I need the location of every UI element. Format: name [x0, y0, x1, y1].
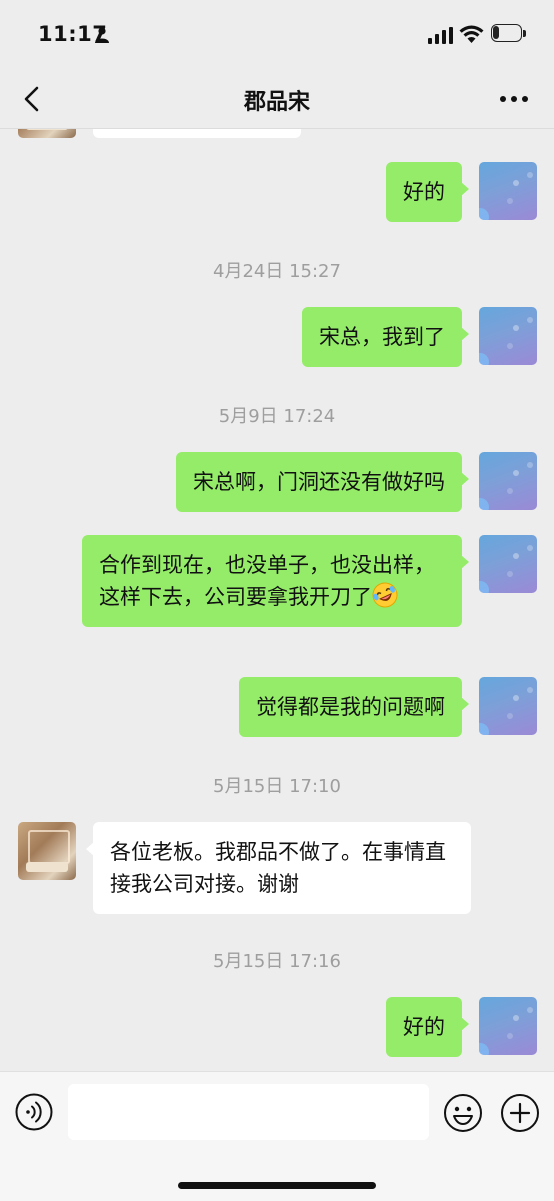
message-timestamp: 5月15日 17:10 — [213, 776, 341, 797]
plus-icon[interactable] — [500, 1093, 540, 1133]
my-avatar[interactable] — [479, 997, 537, 1055]
my-avatar[interactable] — [479, 677, 537, 735]
message-bubble-mine[interactable]: 好的 — [386, 162, 469, 222]
chat-title: 郡品宋 — [243, 90, 310, 115]
wifi-icon — [459, 25, 484, 43]
message-bubble-mine[interactable]: 宋总，我到了 — [302, 307, 469, 367]
emoji-icon[interactable] — [443, 1093, 483, 1133]
more-options-icon[interactable] — [496, 84, 532, 114]
battery-indicator: 23 — [491, 24, 527, 44]
my-avatar[interactable] — [479, 307, 537, 365]
my-avatar[interactable] — [479, 452, 537, 510]
status-bar: 11:17 23 — [0, 0, 554, 70]
contact-avatar[interactable] — [18, 129, 76, 138]
message-list[interactable]: 好的 4月24日 15:27 宋总，我到了 5月9日 17:24 宋总啊，门洞还… — [0, 129, 554, 1071]
message-bubble-mine[interactable]: 觉得都是我的问题啊 — [239, 677, 469, 737]
message-bubble-theirs[interactable]: 各位老板。我郡品不做了。在事情直接我公司对接。谢谢 — [86, 822, 471, 914]
message-bubble-mine[interactable]: 宋总啊，门洞还没有做好吗 — [176, 452, 469, 512]
input-bar — [0, 1071, 554, 1201]
home-indicator[interactable] — [178, 1182, 376, 1189]
voice-icon[interactable] — [15, 1093, 53, 1131]
message-bubble-mine[interactable]: 好的 — [386, 997, 469, 1057]
battery-percent: 23 — [498, 26, 515, 40]
rofl-emoji-icon — [372, 582, 398, 608]
person-icon — [95, 27, 109, 43]
message-bubble-partial[interactable] — [93, 129, 301, 138]
chat-header: 郡品宋 — [0, 70, 554, 129]
message-bubble-mine[interactable]: 合作到现在，也没单子，也没出样，这样下去，公司要拿我开刀了 — [82, 535, 469, 627]
message-timestamp: 4月24日 15:27 — [213, 261, 341, 282]
my-avatar[interactable] — [479, 535, 537, 593]
message-input[interactable] — [68, 1084, 429, 1140]
message-timestamp: 5月15日 17:16 — [213, 951, 341, 972]
signal-icon — [428, 27, 453, 44]
contact-avatar[interactable] — [18, 822, 76, 880]
my-avatar[interactable] — [479, 162, 537, 220]
message-timestamp: 5月9日 17:24 — [218, 406, 336, 427]
